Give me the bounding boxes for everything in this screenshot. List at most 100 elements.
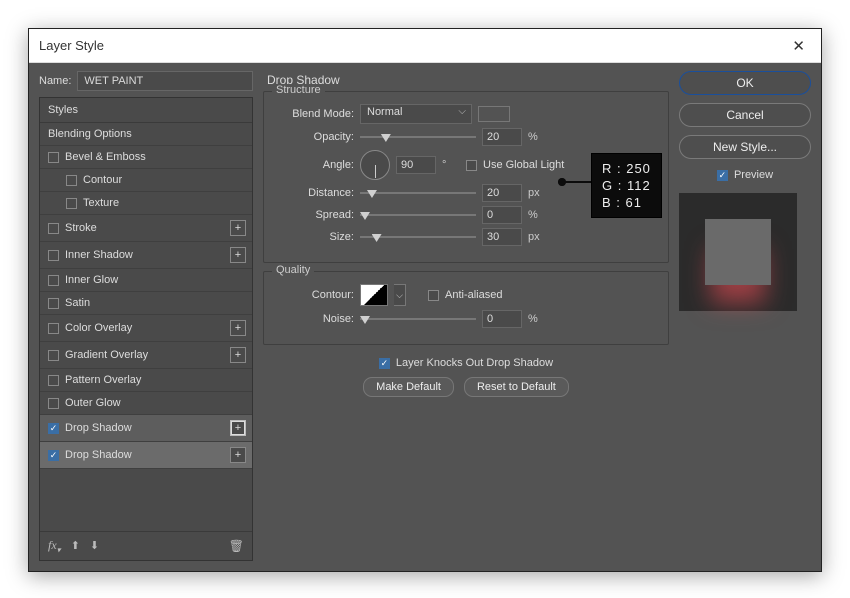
checkbox-icon[interactable] [48,350,59,361]
checkbox-icon[interactable] [48,323,59,334]
checkbox-icon[interactable] [48,223,59,234]
spread-slider[interactable] [360,208,476,222]
noise-label: Noise: [276,313,354,325]
new-style-button[interactable]: New Style... [679,135,811,159]
style-label: Inner Glow [65,274,118,286]
preview-label: Preview [734,169,773,181]
style-gradient-overlay[interactable]: Gradient Overlay + [40,342,252,369]
styles-header: Styles [40,98,252,123]
fx-icon[interactable]: fx▾ [48,538,61,554]
spread-input[interactable] [482,206,522,224]
blend-mode-select[interactable]: Normal [360,104,472,124]
checkbox-icon[interactable] [48,375,59,386]
unit-label: % [528,131,546,143]
style-inner-glow[interactable]: Inner Glow [40,269,252,292]
checkbox-icon[interactable] [48,298,59,309]
color-swatch[interactable] [478,106,510,122]
checkbox-icon[interactable]: ✓ [379,358,390,369]
checkbox-icon[interactable]: ✓ [48,423,59,434]
arrow-up-icon[interactable]: ⬆ [71,539,80,552]
checkbox-icon[interactable] [48,250,59,261]
size-label: Size: [276,231,354,243]
name-label: Name: [39,75,71,87]
size-slider[interactable] [360,230,476,244]
cancel-button[interactable]: Cancel [679,103,811,127]
unit-label: px [528,187,546,199]
make-default-button[interactable]: Make Default [363,377,454,397]
checkbox-icon[interactable] [48,275,59,286]
trash-icon[interactable]: 🗑 [229,539,244,553]
rgb-g: G : 112 [602,177,651,194]
blend-mode-label: Blend Mode: [276,108,354,120]
plus-icon[interactable]: + [230,320,246,336]
style-label: Texture [83,197,119,209]
rgb-r: R : 250 [602,160,651,177]
plus-icon[interactable]: + [230,247,246,263]
unit-label: % [528,313,546,325]
unit-label: % [528,209,546,221]
unit-label: px [528,231,546,243]
style-label: Pattern Overlay [65,374,141,386]
checkbox-icon[interactable] [66,198,77,209]
opacity-input[interactable] [482,128,522,146]
use-global-light-label: Use Global Light [483,159,564,171]
arrow-down-icon[interactable]: ⬇ [90,539,99,552]
style-drop-shadow-2[interactable]: ✓ Drop Shadow + [40,442,252,469]
style-drop-shadow-1[interactable]: ✓ Drop Shadow + [40,415,252,442]
checkbox-icon[interactable] [48,398,59,409]
styles-list: Styles Blending Options Bevel & Emboss C… [39,97,253,561]
rgb-b: B : 61 [602,194,651,211]
style-label: Stroke [65,222,97,234]
plus-icon[interactable]: + [230,220,246,236]
plus-icon[interactable]: + [230,347,246,363]
knocks-out-label: Layer Knocks Out Drop Shadow [396,357,553,369]
angle-input[interactable] [396,156,436,174]
chevron-down-icon[interactable]: ⌵ [394,284,406,306]
opacity-slider[interactable] [360,130,476,144]
distance-label: Distance: [276,187,354,199]
contour-label: Contour: [276,289,354,301]
style-blending-options[interactable]: Blending Options [40,123,252,146]
name-input[interactable] [77,71,253,91]
style-inner-shadow[interactable]: Inner Shadow + [40,242,252,269]
checkbox-icon[interactable] [428,290,439,301]
distance-input[interactable] [482,184,522,202]
distance-slider[interactable] [360,186,476,200]
style-contour[interactable]: Contour [40,169,252,192]
ok-button[interactable]: OK [679,71,811,95]
style-texture[interactable]: Texture [40,192,252,215]
angle-dial[interactable] [360,150,390,180]
reset-default-button[interactable]: Reset to Default [464,377,569,397]
quality-group: Quality Contour: ⌵ Anti-aliased Noise: % [263,271,669,345]
style-bevel[interactable]: Bevel & Emboss [40,146,252,169]
style-stroke[interactable]: Stroke + [40,215,252,242]
anti-aliased-label: Anti-aliased [445,289,502,301]
style-color-overlay[interactable]: Color Overlay + [40,315,252,342]
checkbox-icon[interactable]: ✓ [717,170,728,181]
noise-slider[interactable] [360,312,476,326]
unit-label: ° [442,159,460,171]
checkbox-icon[interactable] [48,152,59,163]
checkbox-icon[interactable]: ✓ [48,450,59,461]
style-satin[interactable]: Satin [40,292,252,315]
structure-legend: Structure [272,84,325,96]
angle-label: Angle: [276,159,354,171]
style-pattern-overlay[interactable]: Pattern Overlay [40,369,252,392]
size-input[interactable] [482,228,522,246]
contour-picker[interactable] [360,284,388,306]
plus-icon[interactable]: + [230,420,246,436]
style-label: Inner Shadow [65,249,133,261]
noise-input[interactable] [482,310,522,328]
close-icon[interactable]: ✕ [786,35,811,57]
style-label: Satin [65,297,90,309]
spread-label: Spread: [276,209,354,221]
style-outer-glow[interactable]: Outer Glow [40,392,252,415]
style-label: Bevel & Emboss [65,151,146,163]
style-label: Color Overlay [65,322,132,334]
checkbox-icon[interactable] [466,160,477,171]
style-label: Drop Shadow [65,422,132,434]
checkbox-icon[interactable] [66,175,77,186]
rgb-callout: R : 250 G : 112 B : 61 [591,153,662,218]
style-label: Contour [83,174,122,186]
plus-icon[interactable]: + [230,447,246,463]
